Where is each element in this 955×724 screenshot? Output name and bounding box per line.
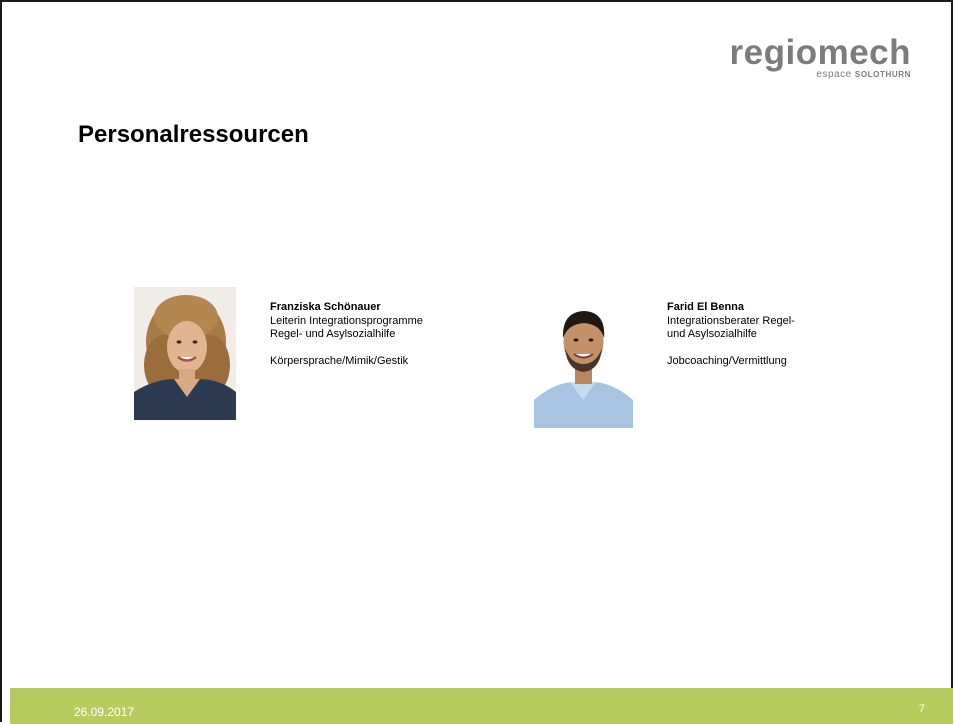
- person-skills: Jobcoaching/Vermittlung: [667, 355, 787, 367]
- person-skills: Körpersprache/Mimik/Gestik: [270, 355, 409, 367]
- logo-sub-bold: SOLOTHURN: [854, 70, 911, 79]
- photo-farid-el-benna: [534, 304, 633, 428]
- logo-wordmark: regiomech: [729, 33, 911, 72]
- person-role-line1: Integrationsberater Regel-: [667, 314, 795, 327]
- logo-sub-light: espace: [816, 69, 852, 80]
- person-name: Franziska Schönauer: [270, 301, 381, 313]
- footer-bar: 26.09.2017 7: [10, 688, 953, 724]
- person-role-line2: Regel- und Asylsozialhilfe: [270, 328, 396, 340]
- slide: regiomech espace SOLOTHURN Personalresso…: [0, 0, 953, 722]
- person-role-line2: und Asylsozialhilfe: [667, 328, 757, 340]
- person-info-2: Farid El Benna Integrationsberater Regel…: [667, 301, 847, 369]
- footer-date: 26.09.2017: [74, 705, 135, 719]
- person-role-line1: Leiterin Integrationsprogramme: [270, 314, 423, 327]
- portrait-woman-image: [134, 287, 236, 420]
- person-name: Farid El Benna: [667, 301, 745, 313]
- portrait-man-image: [534, 304, 633, 428]
- page-number: 7: [918, 703, 925, 715]
- regiomech-logo: regiomech espace SOLOTHURN: [729, 33, 912, 81]
- person-info-1: Franziska Schönauer Leiterin Integration…: [270, 301, 490, 369]
- photo-franziska-schoenauer: [134, 287, 236, 420]
- slide-title: Personalressourcen: [78, 121, 309, 148]
